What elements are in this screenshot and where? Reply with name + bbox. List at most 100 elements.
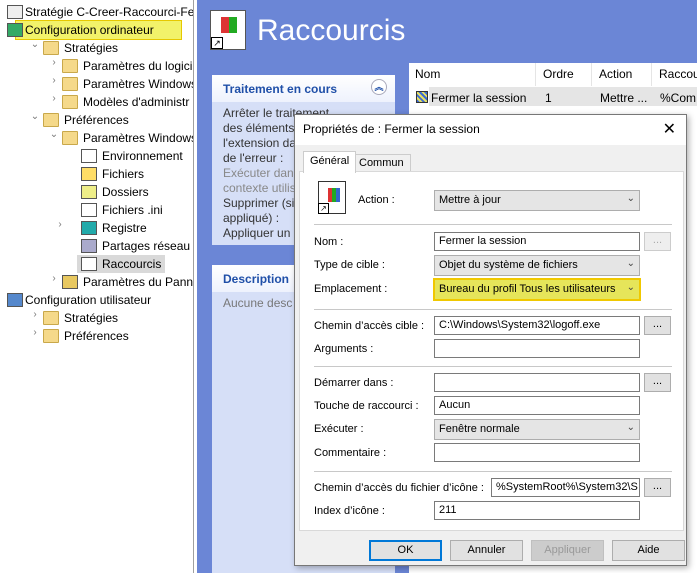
chevron-down-icon[interactable]: ⌄ [49,129,59,140]
tree-item-label: Préférences [64,113,129,127]
comment-label: Commentaire : [314,447,387,459]
action-label: Action : [358,194,395,206]
tree-item[interactable] [0,201,193,219]
folder-icon [62,95,78,109]
row-order: 1 [545,91,552,105]
chevron-right-icon[interactable]: › [55,219,65,230]
column-header-target[interactable]: Raccou [653,63,697,86]
target-path-label: Chemin d’accès cible : [314,320,425,332]
hotkey-field[interactable]: Aucun [434,396,640,415]
icon-index-label: Index d’icône : [314,505,385,517]
environment-icon [81,149,97,163]
tree-item-label: Configuration utilisateur [25,293,152,307]
tree-item-label: Stratégies [64,311,119,325]
chevron-right-icon[interactable]: › [49,75,59,86]
tree-item-label: Fichiers [102,167,145,181]
name-label: Nom : [314,236,344,248]
processing-title: Traitement en cours [223,82,338,96]
chevron-right-icon[interactable]: › [30,309,40,320]
run-value: Fenêtre normale [439,423,520,435]
chevron-right-icon[interactable]: › [30,327,40,338]
dialog-title: Propriétés de : Fermer la session [303,122,480,136]
folder-icon [43,41,59,55]
dialog-title-bar: Propriétés de : Fermer la session ✕ [295,115,686,145]
action-value: Mettre à jour [439,194,501,206]
tree-item[interactable] [0,219,193,237]
chevron-right-icon[interactable]: › [49,93,59,104]
close-icon[interactable]: ✕ [663,119,676,139]
user-icon [7,293,23,307]
shortcut-large-icon: ↗ [210,10,246,50]
collapse-icon[interactable]: ︽ [371,79,387,95]
ok-button[interactable]: OK [369,540,442,561]
tree-item-label: Stratégies [64,41,119,55]
ini-icon [81,203,97,217]
chevron-down-icon: ⌄ [626,422,635,433]
arguments-label: Arguments : [314,343,374,355]
tree-item-label: Partages réseau [102,239,191,253]
folder-icon [62,131,78,145]
shortcut-icon: ↗ [318,181,346,214]
registry-icon [81,221,97,235]
chevron-right-icon[interactable]: › [49,273,59,284]
chevron-down-icon[interactable]: ⌄ [30,111,40,122]
start-in-field[interactable] [434,373,640,392]
tree-item-label: Dossiers [102,185,149,199]
target-path-browse-button[interactable]: ... [644,316,671,335]
row-name: Fermer la session [431,91,527,105]
target-type-select[interactable]: Objet du système de fichiers ⌄ [434,255,640,276]
folders-icon [81,185,97,199]
tab-content: ↗ Action : Mettre à jour ⌄ Nom : Fermer l… [299,171,684,531]
tree-item-label: Registre [102,221,147,235]
tree-pane[interactable]: Stratégie C-Creer-Raccourci-Fer ⌄ Configur… [0,0,194,573]
tree-item[interactable] [0,165,193,183]
chevron-right-icon[interactable]: › [49,57,59,68]
arguments-field[interactable] [434,339,640,358]
icon-index-field[interactable]: 211 [434,501,640,520]
start-in-browse-button[interactable]: ... [644,373,671,392]
hotkey-label: Touche de raccourci : [314,400,419,412]
name-field[interactable]: Fermer la session [434,232,640,251]
tree-item-label: Fichiers .ini [102,203,163,217]
icon-path-browse-button[interactable]: ... [644,478,671,497]
folder-icon [62,77,78,91]
computer-icon [7,23,23,37]
comment-field[interactable] [434,443,640,462]
folder-icon [62,59,78,73]
column-header-order[interactable]: Ordre [537,63,592,86]
tree-item-label: Stratégie C-Creer-Raccourci-Fer [25,5,194,19]
properties-dialog: Propriétés de : Fermer la session ✕ Géné… [294,114,687,566]
folder-icon [43,113,59,127]
location-select[interactable]: Bureau du profil Tous les utilisateurs ⌄ [433,278,641,301]
run-label: Exécuter : [314,423,364,435]
column-header-name[interactable]: Nom [409,63,536,86]
column-header-action[interactable]: Action [593,63,652,86]
target-type-value: Objet du système de fichiers [439,259,578,271]
chevron-down-icon: ⌄ [626,282,635,293]
cancel-button[interactable]: Annuler [450,540,523,561]
tab-common[interactable]: Commun [352,154,411,172]
shortcut-icon [81,257,97,271]
tree-item[interactable] [0,183,193,201]
folder-icon [43,329,59,343]
run-select[interactable]: Fenêtre normale ⌄ [434,419,640,440]
location-value: Bureau du profil Tous les utilisateurs [439,283,616,295]
target-path-field[interactable]: C:\Windows\System32\logoff.exe [434,316,640,335]
tree-item-label: Paramètres du logici [83,59,193,73]
help-button[interactable]: Aide [612,540,685,561]
tree-item-label: Configuration ordinateur [25,23,154,37]
policy-icon [7,5,23,19]
network-share-icon [81,239,97,253]
folder-icon [43,311,59,325]
row-action: Mettre ... [600,91,648,105]
row-target: %Com [660,91,697,105]
tree-item-label: Paramètres du Panne [83,275,194,289]
icon-path-field[interactable]: %SystemRoot%\System32\S [491,478,640,497]
target-type-label: Type de cible : [314,259,385,271]
page-title: Raccourcis [257,14,406,47]
chevron-down-icon[interactable]: ⌄ [30,39,40,50]
tab-general[interactable]: Général [303,151,357,173]
tree-item-label: Environnement [102,149,183,163]
tree-item-label: Modèles d'administr [83,95,190,109]
action-select[interactable]: Mettre à jour ⌄ [434,190,640,211]
